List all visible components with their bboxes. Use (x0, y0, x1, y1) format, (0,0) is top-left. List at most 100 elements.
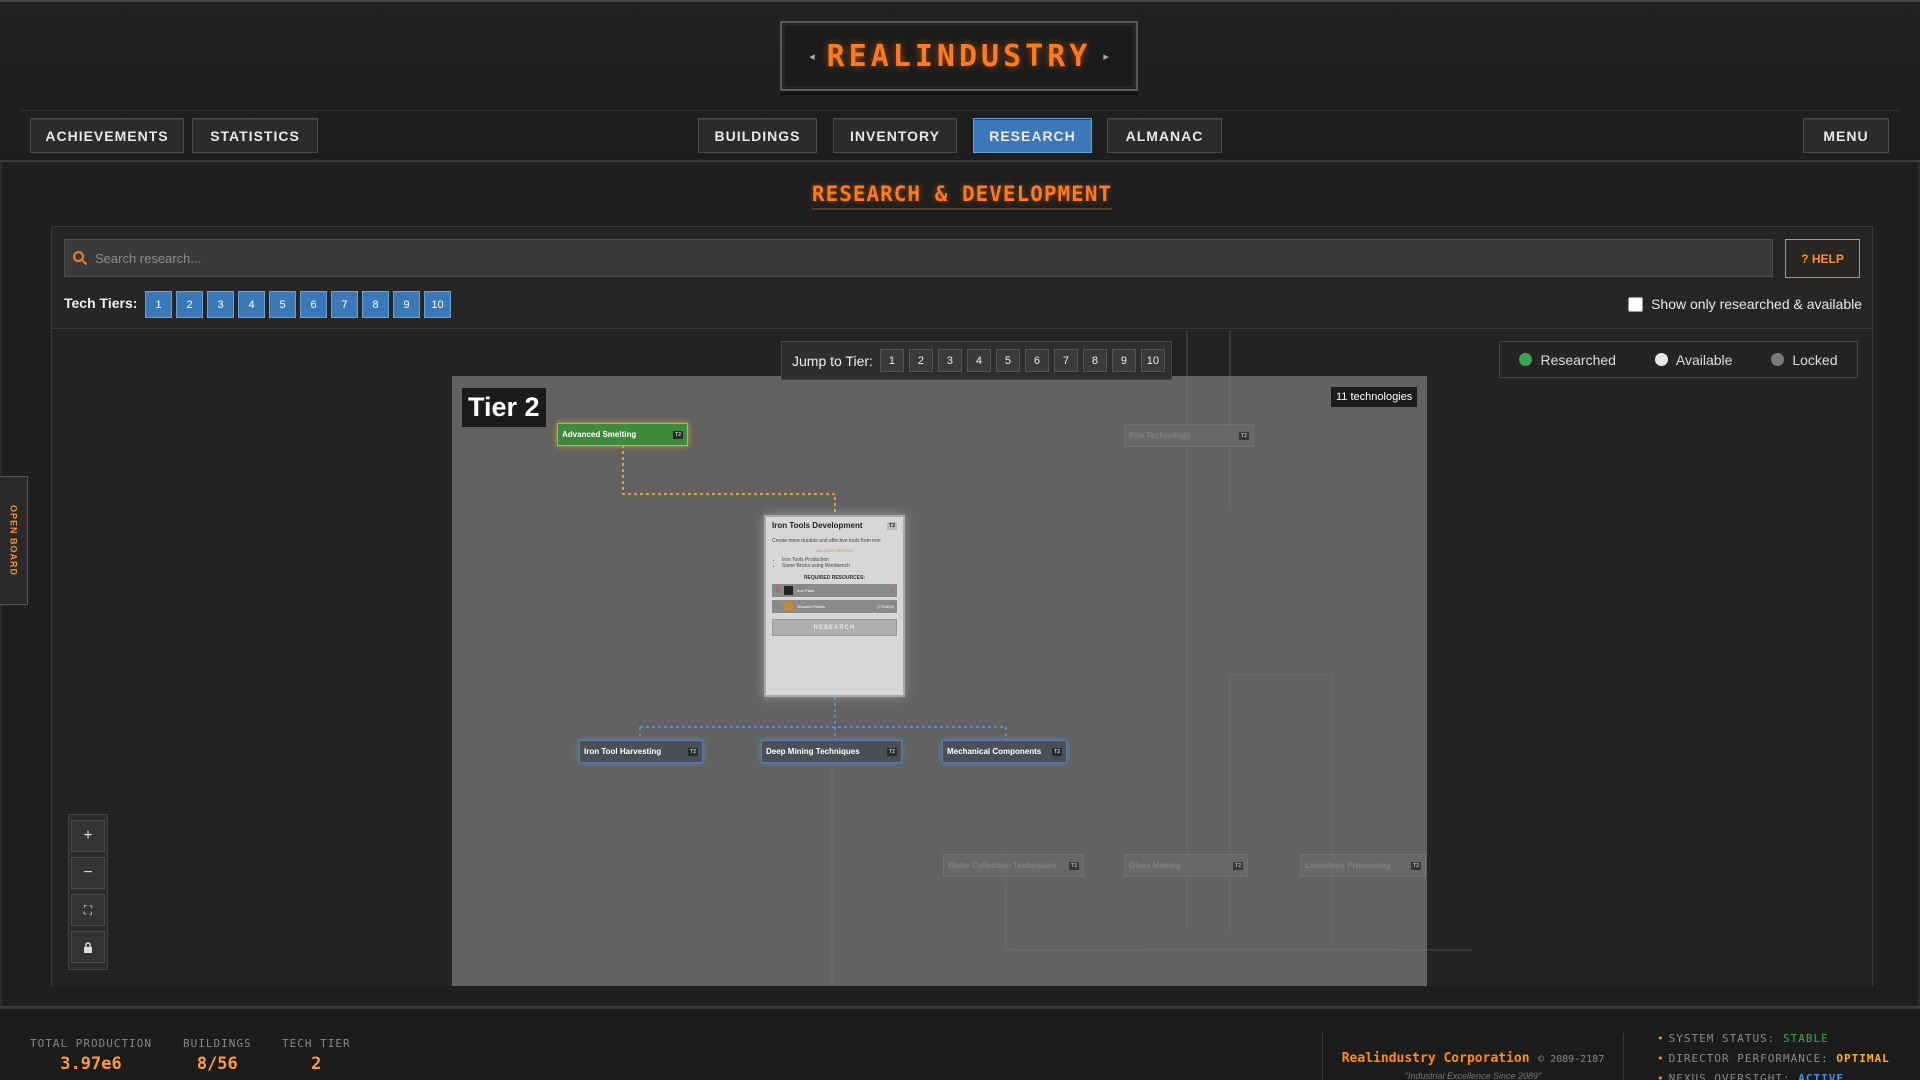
nav-buildings[interactable]: BUILDINGS (698, 118, 817, 153)
tier-button-9[interactable]: 9 (393, 291, 420, 318)
corp-slogan: "Industrial Excellence Since 2089" (1404, 1071, 1542, 1080)
search-box[interactable] (64, 239, 1773, 277)
tier-button-2[interactable]: 2 (176, 291, 203, 318)
legend-locked: Locked (1771, 352, 1838, 368)
jump-tier-button-8[interactable]: 8 (1082, 349, 1107, 372)
footer: TOTAL PRODUCTION 3.97e6 BUILDINGS 8/56 T… (0, 1006, 1920, 1080)
tech-node-limestone-processing[interactable]: Limestone Processing T2 (1300, 854, 1426, 877)
iron-plate-icon (784, 586, 794, 595)
tier-button-4[interactable]: 4 (238, 291, 265, 318)
tech-detail-card[interactable]: Iron Tools Development T2 Create more du… (764, 515, 905, 697)
tier-button-3[interactable]: 3 (207, 291, 234, 318)
detail-tier-tag: T2 (887, 521, 897, 530)
available-dot-icon (1654, 353, 1668, 366)
detail-unlocks-list: Iron Tools Production Stone Bricks using… (782, 557, 897, 569)
logo: ◂ REALINDUSTRY ▸ (780, 21, 1138, 91)
jump-tier-button-9[interactable]: 9 (1111, 349, 1136, 372)
tier-button-7[interactable]: 7 (331, 291, 358, 318)
legend: Researched Available Locked (1499, 341, 1858, 378)
nav-research[interactable]: RESEARCH (973, 118, 1092, 153)
search-icon (65, 250, 95, 266)
tech-node-kiln-technology[interactable]: Kiln Technology T2 (1124, 424, 1254, 447)
main-area: RESEARCH & DEVELOPMENT ? HELP Tech Tiers… (0, 162, 1920, 1006)
jump-tier-button-1[interactable]: 1 (879, 349, 904, 372)
filter-label: Show only researched & available (1651, 296, 1862, 312)
nav-menu[interactable]: MENU (1803, 118, 1889, 153)
jump-to-tier-label: Jump to Tier: (792, 352, 873, 369)
corp-name: Realindustry Corporation (1341, 1051, 1530, 1066)
header-divider (20, 110, 1900, 111)
jump-tier-button-2[interactable]: 2 (908, 349, 933, 372)
tech-tiers-label: Tech Tiers: (64, 295, 138, 311)
stat-total-production: TOTAL PRODUCTION 3.97e6 (30, 1037, 152, 1074)
nav-achievements[interactable]: ACHIEVEMENTS (30, 118, 184, 153)
tier-button-6[interactable]: 6 (300, 291, 327, 318)
legend-researched: Researched (1519, 352, 1616, 368)
tier-button-1[interactable]: 1 (145, 291, 172, 318)
status-item: • DIRECTOR PERFORMANCE: OPTIMAL (1657, 1052, 1890, 1065)
tech-node-iron-tool-harvesting[interactable]: Iron Tool Harvesting T2 (579, 740, 703, 763)
detail-title: Iron Tools Development (772, 521, 863, 530)
help-button[interactable]: ? HELP (1785, 239, 1860, 278)
nav-inventory[interactable]: INVENTORY (833, 118, 957, 153)
corp-years: © 2089-2187 (1538, 1054, 1605, 1065)
tier-button-10[interactable]: 10 (424, 291, 451, 318)
filter-checkbox[interactable] (1628, 296, 1644, 312)
tech-connections (622, 330, 1472, 986)
jump-tier-button-6[interactable]: 6 (1024, 349, 1049, 372)
locked-dot-icon (1771, 353, 1785, 366)
jump-tier-button-10[interactable]: 10 (1140, 349, 1165, 372)
wooden-planks-icon (784, 602, 794, 611)
tier-button-5[interactable]: 5 (269, 291, 296, 318)
logo-text: REALINDUSTRY (826, 38, 1092, 74)
jump-tier-button-3[interactable]: 3 (937, 349, 962, 372)
status-item: • NEXUS OVERSIGHT: ACTIVE (1657, 1072, 1844, 1080)
page-title: RESEARCH & DEVELOPMENT (2, 182, 1920, 210)
tech-tree-canvas[interactable]: Tier 2 11 technologies Advanced Smelting… (52, 330, 1872, 986)
lock-icon[interactable] (71, 931, 105, 963)
research-button[interactable]: RESEARCH (772, 619, 897, 636)
tier-button-8[interactable]: 8 (362, 291, 389, 318)
tech-node-glass-making[interactable]: Glass Making T2 (1124, 854, 1248, 877)
jump-to-tier-bar: Jump to Tier: 1 2 3 4 5 6 7 8 9 10 (781, 341, 1172, 380)
resource-row: ⊙ Wooden Planks (770/800) (772, 600, 897, 613)
researched-dot-icon (1519, 353, 1533, 366)
open-board-tab[interactable]: OPEN BOARD (0, 476, 28, 605)
tech-node-water-collection[interactable]: Water Collection Techniques T2 (943, 854, 1084, 877)
stat-buildings: BUILDINGS 8/56 (183, 1037, 252, 1074)
legend-available: Available (1654, 352, 1732, 368)
jump-tier-button-5[interactable]: 5 (995, 349, 1020, 372)
fit-view-icon[interactable]: ⛶ (71, 894, 105, 926)
filter-toggle[interactable]: Show only researched & available (1628, 296, 1862, 312)
zoom-out-icon[interactable]: − (71, 857, 105, 889)
research-toolbar: ? HELP Tech Tiers: 1 2 3 4 5 6 7 8 9 10 … (52, 227, 1872, 329)
stat-tech-tier: TECH TIER 2 (282, 1037, 351, 1074)
header: ◂ REALINDUSTRY ▸ ACHIEVEMENTS STATISTICS… (0, 0, 1920, 164)
system-status-list: • SYSTEM STATUS: STABLE • DIRECTOR PERFORM… (1657, 1029, 1890, 1080)
tech-tier-buttons: 1 2 3 4 5 6 7 8 9 10 (145, 291, 451, 318)
jump-tier-button-7[interactable]: 7 (1053, 349, 1078, 372)
detail-unlocks-label: UNLOCKS RECIPES (815, 548, 854, 553)
tech-node-mechanical-components[interactable]: Mechanical Components T2 (942, 740, 1067, 763)
zoom-controls: + − ⛶ (68, 814, 108, 970)
zoom-in-icon[interactable]: + (71, 820, 105, 852)
jump-tier-button-4[interactable]: 4 (966, 349, 991, 372)
unlock-item: Stone Bricks using Workbench (782, 563, 897, 569)
tech-node-deep-mining-techniques[interactable]: Deep Mining Techniques T2 (761, 740, 902, 763)
research-panel: ? HELP Tech Tiers: 1 2 3 4 5 6 7 8 9 10 … (51, 226, 1873, 986)
search-input[interactable] (95, 250, 1772, 266)
tech-count-badge: 11 technologies (1331, 387, 1418, 407)
logo-left-arrow-icon: ◂ (809, 50, 815, 63)
tier-heading: Tier 2 (462, 388, 546, 427)
status-check-icon: ⊙ (775, 604, 781, 610)
status-cross-icon: ⊗ (775, 588, 781, 594)
required-resources-label: REQUIRED RESOURCES: (803, 575, 866, 581)
resource-row: ⊗ Iron Plate 5 (772, 584, 897, 597)
detail-description: Create more durable and effective tools … (772, 538, 881, 544)
corporation-info: Realindustry Corporation © 2089-2187 "In… (1322, 1033, 1624, 1080)
logo-right-arrow-icon: ▸ (1103, 50, 1109, 63)
status-item: • SYSTEM STATUS: STABLE (1657, 1032, 1829, 1045)
tech-node-advanced-smelting[interactable]: Advanced Smelting T2 (557, 423, 688, 446)
nav-statistics[interactable]: STATISTICS (192, 118, 318, 153)
nav-almanac[interactable]: ALMANAC (1107, 118, 1222, 153)
